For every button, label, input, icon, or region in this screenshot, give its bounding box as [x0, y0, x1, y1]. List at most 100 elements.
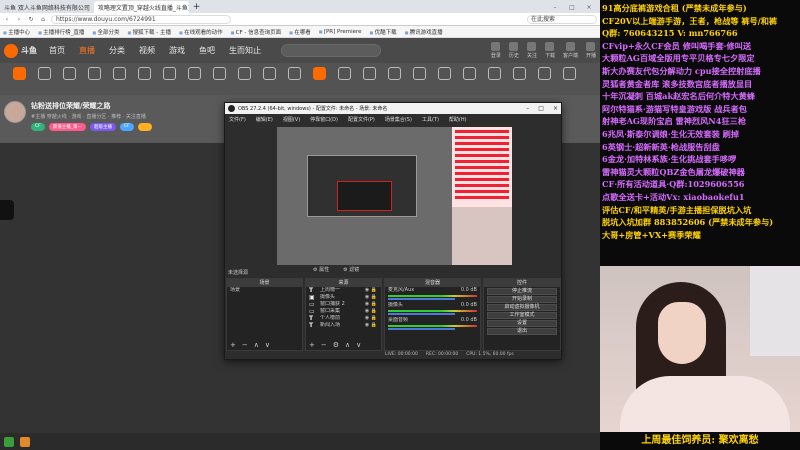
category-item[interactable]: [408, 67, 430, 91]
visibility-eye-icon[interactable]: ◉ 🔒: [365, 308, 377, 315]
volume-slider[interactable]: [388, 328, 455, 330]
source-item[interactable]: ▭ 窗口采集 ◉ 🔒: [306, 308, 381, 315]
home-icon[interactable]: ⌂: [39, 16, 47, 23]
bookmark-item[interactable]: 在哪看: [289, 28, 311, 36]
obs-preview[interactable]: [277, 127, 512, 265]
studio-mode-button[interactable]: 工作室模式: [487, 312, 557, 319]
nav-category[interactable]: 分类: [109, 45, 125, 56]
category-item[interactable]: [258, 67, 280, 91]
app-icon[interactable]: [4, 436, 14, 447]
minimize-button[interactable]: –: [526, 105, 529, 112]
category-item[interactable]: [33, 67, 55, 91]
category-item[interactable]: [58, 67, 80, 91]
new-tab-button[interactable]: +: [189, 1, 205, 13]
add-icon[interactable]: +: [230, 341, 236, 349]
source-item[interactable]: ▭ 窗口捕获 2 ◉ 🔒: [306, 301, 381, 308]
maximize-button[interactable]: □: [538, 105, 544, 112]
start-stream-button[interactable]: 开播: [586, 42, 596, 59]
tab-douyu-home[interactable]: 斗鱼 双人斗鱼网络科技有限公司: [0, 1, 94, 13]
volume-slider[interactable]: [388, 313, 455, 315]
client-button[interactable]: 客户端: [563, 42, 578, 59]
category-item[interactable]: [483, 67, 505, 91]
visibility-eye-icon[interactable]: ◉ 🔒: [365, 287, 377, 294]
search-input[interactable]: 在此搜索: [527, 14, 597, 24]
filters-button[interactable]: ⚙ 滤镜: [343, 266, 359, 273]
room-tag[interactable]: CF: [119, 123, 134, 131]
settings-button[interactable]: 设置: [487, 320, 557, 327]
tab-live-room[interactable]: 攻略理文置顶_穿越火线直播_斗鱼直 ×: [93, 1, 189, 13]
up-icon[interactable]: ∧: [345, 341, 350, 349]
source-item[interactable]: T 上周榜一 ◉ 🔒: [306, 287, 381, 294]
menu-docks[interactable]: 停靠窗口(D): [310, 116, 338, 123]
room-tag[interactable]: 颜值主播_第一: [48, 123, 86, 131]
forward-arrow-icon[interactable]: ›: [15, 16, 23, 23]
nav-video[interactable]: 视频: [139, 45, 155, 56]
exit-button[interactable]: 退出: [487, 328, 557, 335]
nav-game[interactable]: 游戏: [169, 45, 185, 56]
volume-slider[interactable]: [388, 298, 455, 300]
app-icon[interactable]: [20, 436, 30, 447]
nav-home[interactable]: 首页: [49, 45, 65, 56]
bookmark-item[interactable]: 优酷下载: [370, 28, 397, 36]
bookmark-item[interactable]: 主播中心: [3, 28, 30, 36]
close-button[interactable]: ×: [553, 105, 558, 112]
source-item[interactable]: T 个人榜前 ◉ 🔒: [306, 315, 381, 322]
reload-icon[interactable]: ↻: [27, 16, 35, 23]
category-item[interactable]: [133, 67, 155, 91]
category-item[interactable]: [158, 67, 180, 91]
minimize-button[interactable]: –: [548, 4, 562, 11]
bookmark-item[interactable]: 全部分类: [92, 28, 119, 36]
menu-profile[interactable]: 配置文件(P): [348, 116, 375, 123]
stop-streaming-button[interactable]: 停止推流: [487, 288, 557, 295]
avatar[interactable]: [4, 101, 26, 123]
follow-button[interactable]: 关注: [527, 42, 537, 59]
category-item[interactable]: [208, 67, 230, 91]
category-item[interactable]: [333, 67, 355, 91]
visibility-eye-icon[interactable]: ◉ 🔒: [365, 301, 377, 308]
remove-icon[interactable]: −: [242, 341, 248, 349]
category-item[interactable]: [108, 67, 130, 91]
bookmark-item[interactable]: 腾讯游戏直播: [405, 28, 443, 36]
start-recording-button[interactable]: 开始录制: [487, 296, 557, 303]
side-handle[interactable]: [0, 200, 14, 220]
gear-icon[interactable]: ⚙: [333, 341, 339, 349]
add-icon[interactable]: +: [309, 341, 315, 349]
category-item[interactable]: [508, 67, 530, 91]
site-search-input[interactable]: [281, 44, 381, 57]
bookmark-item[interactable]: 搜狐下载 - 主播: [127, 28, 171, 36]
category-item[interactable]: [358, 67, 380, 91]
site-logo[interactable]: 斗鱼: [4, 43, 37, 58]
room-tag[interactable]: [137, 123, 152, 131]
source-item[interactable]: ▣ 摄像头 ◉ 🔒: [306, 294, 381, 301]
menu-view[interactable]: 视图(V): [283, 116, 300, 123]
category-item[interactable]: [383, 67, 405, 91]
bookmark-item[interactable]: 主播排行榜_直播: [38, 28, 84, 36]
down-icon[interactable]: ∨: [356, 341, 361, 349]
menu-scene-collection[interactable]: 场景集合(S): [385, 116, 412, 123]
category-item[interactable]: [458, 67, 480, 91]
category-item[interactable]: [433, 67, 455, 91]
nav-live[interactable]: 直播: [79, 45, 95, 56]
category-item[interactable]: [308, 67, 330, 91]
nav-extra[interactable]: 生而知止: [229, 45, 261, 56]
virtual-camera-button[interactable]: 启动虚拟摄像机: [487, 304, 557, 311]
category-item[interactable]: [533, 67, 555, 91]
menu-file[interactable]: 文件(F): [229, 116, 246, 123]
scene-item[interactable]: 场景: [227, 287, 302, 294]
menu-help[interactable]: 帮助(H): [449, 116, 467, 123]
history-button[interactable]: 历史: [509, 42, 519, 59]
category-item[interactable]: [8, 67, 30, 91]
menu-tools[interactable]: 工具(T): [422, 116, 439, 123]
bookmark-item[interactable]: [PR] Premiere: [319, 29, 362, 35]
address-input[interactable]: https://www.douyu.com/6724991: [51, 14, 231, 24]
visibility-eye-icon[interactable]: ◉ 🔒: [365, 294, 377, 301]
bookmark-item[interactable]: 在线观看的动作: [179, 28, 223, 36]
down-icon[interactable]: ∨: [265, 341, 270, 349]
remove-icon[interactable]: −: [321, 341, 327, 349]
category-item[interactable]: [283, 67, 305, 91]
login-button[interactable]: 登录: [491, 42, 501, 59]
back-arrow-icon[interactable]: ‹: [3, 16, 11, 23]
source-item[interactable]: T 新闻入场 ◉ 🔒: [306, 322, 381, 329]
category-item[interactable]: [183, 67, 205, 91]
category-item[interactable]: [558, 67, 580, 91]
